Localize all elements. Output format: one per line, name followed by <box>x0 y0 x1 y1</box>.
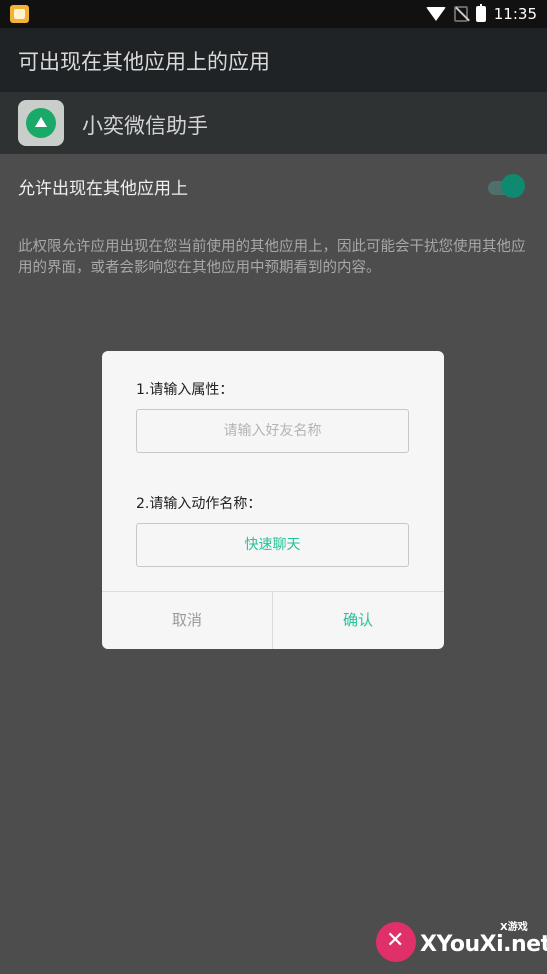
permission-description: 此权限允许应用出现在您当前使用的其他应用上，因此可能会干扰您使用其他应用的界面，… <box>18 239 526 276</box>
status-bar: 11:35 <box>0 0 547 28</box>
app-name: 小奕微信助手 <box>82 114 208 138</box>
permission-toggle[interactable] <box>501 174 525 198</box>
status-icons: 11:35 <box>425 0 537 28</box>
action-name-input[interactable]: 快速聊天 <box>136 523 409 567</box>
status-time: 11:35 <box>493 5 537 23</box>
friend-name-input[interactable]: 请输入好友名称 <box>136 409 409 453</box>
battery-icon <box>475 4 486 22</box>
no-sim-icon <box>453 6 468 22</box>
input-dialog: 1.请输入属性： 请输入好友名称 2.请输入动作名称： 快速聊天 取消 确认 <box>102 351 444 649</box>
watermark: XYouXi.net X游戏 <box>370 916 547 968</box>
page-title: 可出现在其他应用上的应用 <box>18 50 270 74</box>
app-header-row: 小奕微信助手 <box>0 92 547 154</box>
action-name-label: 2.请输入动作名称： <box>136 496 262 512</box>
gamepad-logo-icon <box>376 922 416 962</box>
cancel-button[interactable]: 取消 <box>102 592 273 649</box>
watermark-text: XYouXi.net <box>420 932 547 957</box>
attribute-label: 1.请输入属性： <box>136 382 234 398</box>
app-bar: 可出现在其他应用上的应用 <box>0 28 547 92</box>
watermark-small-text: X游戏 <box>500 922 528 933</box>
notification-app-icon <box>10 5 29 23</box>
dialog-button-row: 取消 确认 <box>102 591 444 649</box>
permission-label[interactable]: 允许出现在其他应用上 <box>18 174 188 199</box>
wifi-icon <box>425 7 446 21</box>
app-icon <box>18 100 64 146</box>
confirm-button[interactable]: 确认 <box>273 592 443 649</box>
